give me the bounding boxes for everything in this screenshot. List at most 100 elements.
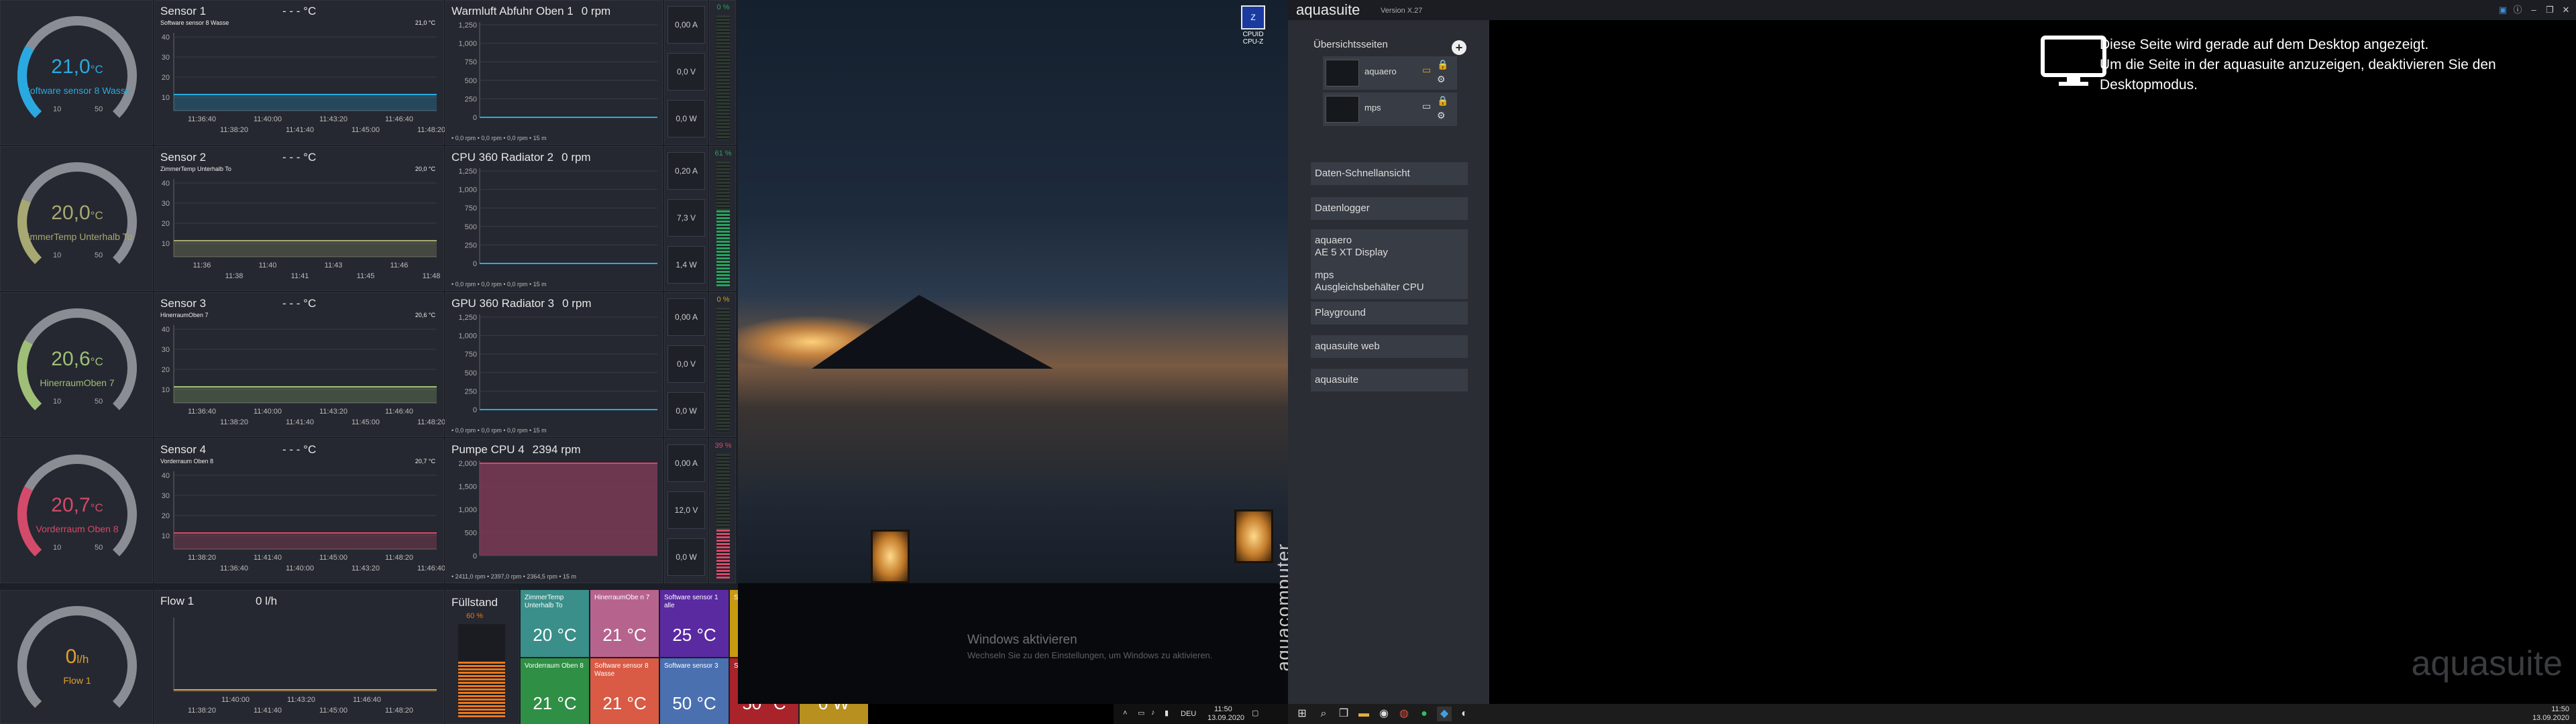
info-icon[interactable]: ⓘ [2510,3,2525,17]
tray-date[interactable]: 13.09.2020 [1208,714,1244,722]
x-tick-label: 11:48:20 [417,418,445,426]
aquasuite-taskbar-icon[interactable]: ◆ [1437,707,1452,721]
gauge-label: Flow 1 [63,675,91,686]
gear-icon[interactable]: ⚙ [1437,74,1446,85]
add-page-button[interactable]: + [1452,40,1466,55]
output-percent: 0 % [716,296,730,304]
x-tick-label: 11:46:40 [353,696,381,704]
x-tick-label: 11:46:40 [385,115,413,123]
x-tick-label: 11:45:00 [352,418,380,426]
y-tick-label: 30 [162,200,170,208]
sensor-tile[interactable]: HinerraumObe n 7 21 °C [590,590,659,657]
x-tick-label: 11:45:00 [352,126,380,134]
gauge-panel: 21,0°C Software sensor 8 Wasse 10 50 [0,0,153,145]
voltage-readout: 7,3 V [667,199,705,237]
lock-icon[interactable]: 🔒 [1437,95,1448,107]
tray-chevron-icon[interactable]: ˄ [1123,709,1127,717]
sensor-tile[interactable]: ZimmerTemp Unterhalb To 20 °C [521,590,589,657]
account-icon[interactable]: ▣ [2496,3,2510,17]
sensor-tile-value: 25 °C [672,625,716,645]
sidebar-nav-item[interactable]: aquaero AE 5 XT Display [1311,229,1468,264]
sensor-tile-value: 20 °C [533,625,577,645]
sidebar-nav-item[interactable]: aquasuite web [1311,335,1468,358]
sensor-tile[interactable]: Software sensor 1 alle 25 °C [660,590,729,657]
cpuid-label: CPUID CPU-Z [1242,31,1264,46]
y-tick-label: 500 [465,530,477,538]
overview-page-mps[interactable]: mps ▭ 🔒 ⚙ [1323,93,1457,126]
fan-chart: 1,250 1,000 750 500 250 0 [458,21,657,122]
current-readout: 0,00 A [667,444,705,482]
output-bar-panel: 61 % [709,146,736,291]
steam-icon[interactable]: ◉ [1377,707,1391,721]
sidebar-nav-item[interactable]: Datenlogger [1311,197,1468,220]
power-readout: 1,4 W [667,246,705,284]
y-tick-label: 250 [465,95,477,103]
sensor-tile[interactable]: Vorderraum Oben 8 21 °C [521,658,589,724]
sensor-chart-panel: Sensor 4 - - - °C Vorderraum Oben 8 20,7 °C… [154,438,445,583]
windows-start-icon[interactable]: ⊞ [1295,707,1309,721]
taskbar-clock[interactable]: 11:50 13.09.2020 [2532,705,2569,723]
x-tick-label: 11:48:20 [385,707,413,715]
y-tick-label: 1,500 [458,483,477,491]
minimize-button[interactable]: – [2526,3,2541,17]
y-tick-label: 1,000 [458,186,477,194]
spotify-icon[interactable]: ● [1417,707,1432,721]
maximize-button[interactable]: ❐ [2542,3,2557,17]
tray-volume-icon[interactable]: ♪ [1151,709,1155,717]
sensor-series-area [174,387,437,403]
sensor-tile[interactable]: Software sensor 8 Wasse 21 °C [590,658,659,724]
overview-page-aquaero[interactable]: aquaero ▭ 🔒 ⚙ [1323,56,1457,90]
page-thumbnail [1326,96,1359,123]
main-area: aquasuite [1489,20,2576,704]
x-tick-label: 11:46:40 [417,564,445,572]
x-tick-label: 11:38 [225,272,244,280]
desktop-mode-icon[interactable]: ▭ [1422,64,1431,76]
gauge-value: 20,7°C [1,494,154,517]
gauge-unit: °C [90,501,103,514]
sidebar-nav-item[interactable]: aquasuite [1311,369,1468,391]
file-explorer-icon[interactable]: ▬ [1356,707,1371,721]
chrome-icon[interactable]: ◍ [1397,707,1411,721]
x-tick-label: 11:38:20 [188,707,216,715]
fan-title: GPU 360 Radiator 3 0 rpm [451,297,592,310]
desktop-wallpaper [738,0,1288,704]
tray-time[interactable]: 11:50 [1214,705,1232,713]
y-tick-label: 10 [162,94,170,102]
desktop-mode-icon[interactable]: ▭ [1422,101,1431,112]
lock-icon[interactable]: 🔒 [1437,59,1448,70]
fill-title: Füllstand [451,596,498,609]
x-tick-label: 11:43:20 [319,408,347,416]
gauge-number: 21,0 [51,56,91,78]
sensor-source: ZimmerTemp Unterhalb To [160,166,231,172]
cpuid-desktop-shortcut[interactable]: Z CPUID CPU-Z [1239,5,1267,46]
mountain-silhouette [812,295,1053,369]
search-icon[interactable]: ⌕ [1316,707,1331,721]
sidebar-nav-item[interactable]: Playground [1311,302,1468,324]
gear-icon[interactable]: ⚙ [1437,110,1446,121]
flow-value: 0 l/h [256,595,278,607]
output-percent: 39 % [714,442,732,450]
app-taskbar-icon[interactable]: ◐ [1457,707,1472,721]
aquasuite-window: aquasuite Version X.27 ▣ ⓘ – ❐ ✕ Übersic… [1288,0,2576,724]
fan-title: Warmluft Abfuhr Oben 1 0 rpm [451,5,610,18]
task-view-icon[interactable]: ❒ [1336,707,1351,721]
fill-percent: 60 % [466,612,484,620]
fan-rpm: 0 rpm [561,151,591,164]
close-button[interactable]: ✕ [2559,3,2573,17]
sidebar-nav-item[interactable]: Daten-Schnellansicht [1311,162,1468,185]
tray-battery-icon[interactable]: ▮ [1165,709,1169,717]
gauge-value: 20,0°C [1,202,154,225]
y-tick-label: 30 [162,346,170,354]
tray-language[interactable]: DEU [1181,710,1196,718]
tray-notification-icon[interactable]: ▢ [1252,709,1258,717]
sidebar-nav-item[interactable]: mps Ausgleichsbehälter CPU [1311,264,1468,299]
sensor-tile[interactable]: Software sensor 3 50 °C [660,658,729,724]
fan-rpm: 0 rpm [581,5,611,17]
tray-network-icon[interactable]: ▭ [1138,709,1144,717]
page-name: aquaero [1364,66,1397,76]
titlebar: aquasuite Version X.27 ▣ ⓘ – ❐ ✕ [1288,0,2576,20]
sensor-current: 20,0 °C [415,166,435,172]
x-tick-label: 11:43 [325,261,343,269]
sensor-tile-value: 21 °C [602,693,647,713]
activate-windows-title: Windows aktivieren [967,633,1077,647]
